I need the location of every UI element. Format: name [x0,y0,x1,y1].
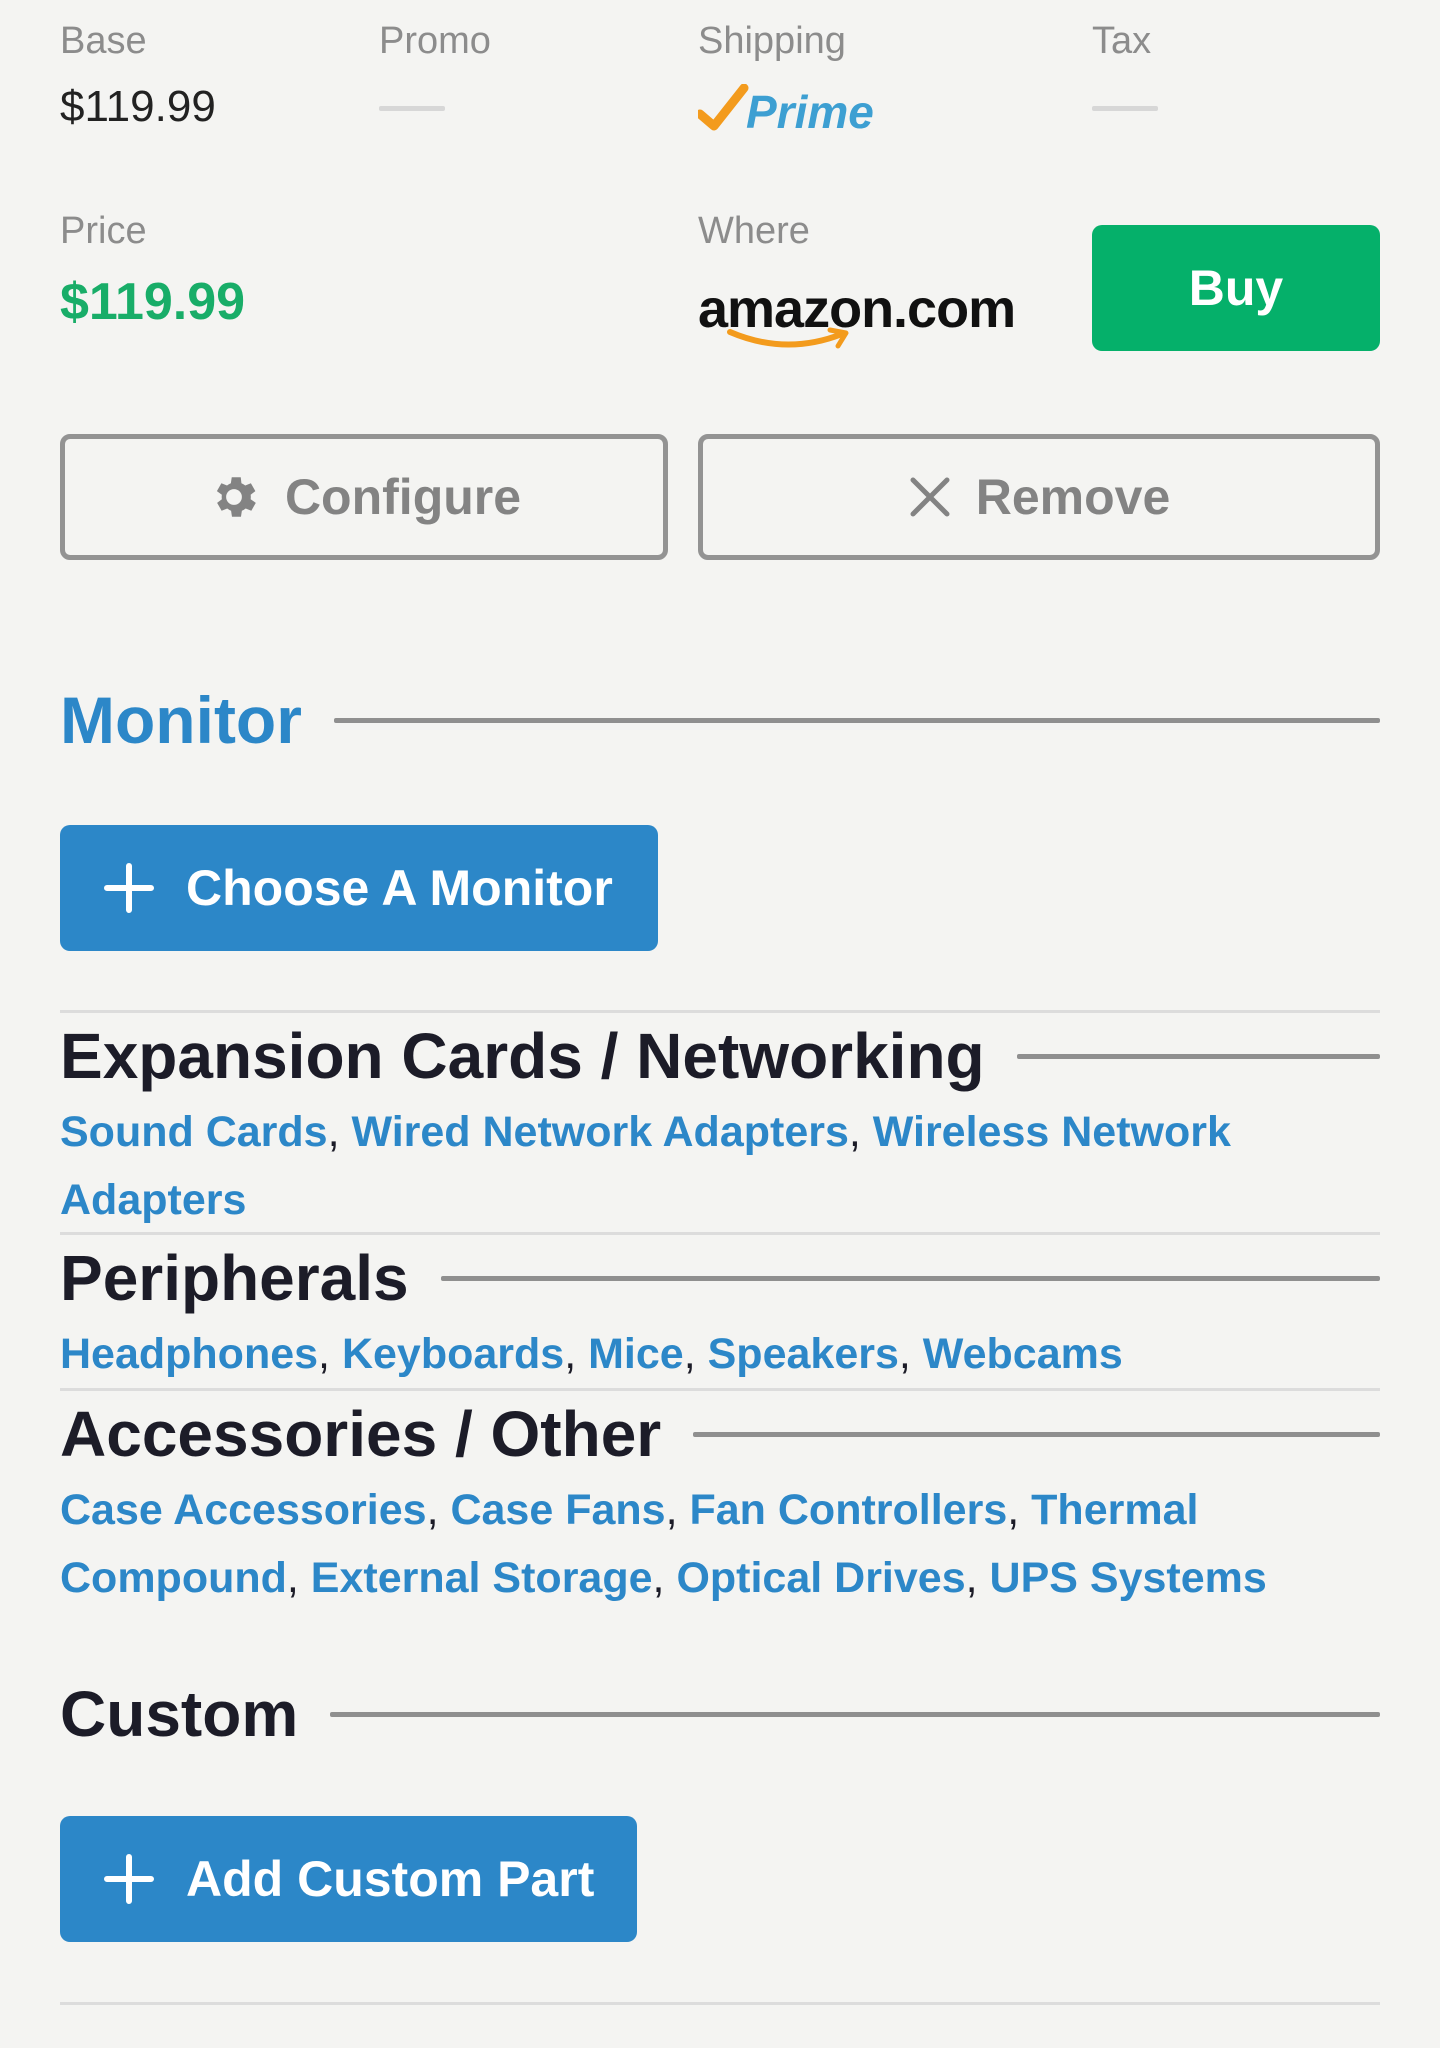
monitor-section-header: Monitor [60,680,1380,760]
link-wired-network-adapters[interactable]: Wired Network Adapters [351,1108,848,1156]
accessories-section-header: Accessories / Other [60,1396,1380,1472]
expansion-header-rule [1016,1053,1380,1059]
peripherals-section-header: Peripherals [60,1240,1380,1316]
promo-empty-dash [379,106,445,111]
prime-check-icon [698,84,749,131]
base-label: Base [60,20,147,62]
link-mice[interactable]: Mice [588,1330,684,1378]
choose-monitor-button[interactable]: Choose A Monitor [60,825,658,951]
link-webcams[interactable]: Webcams [923,1330,1123,1378]
promo-label: Promo [379,20,491,62]
link-case-fans[interactable]: Case Fans [450,1486,665,1534]
accessories-links: Case Accessories, Case Fans, Fan Control… [60,1486,1267,1602]
tax-empty-dash [1092,106,1158,111]
remove-label: Remove [975,469,1171,525]
peripherals-header-rule [440,1275,1380,1281]
custom-section-header: Custom [60,1676,1380,1752]
amazon-smile-icon [727,327,849,349]
plus-icon [104,1854,154,1904]
custom-title: Custom [60,1678,299,1750]
where-label: Where [698,210,810,252]
monitor-header-rule [333,717,1380,723]
custom-header-rule [330,1711,1380,1717]
gear-icon [207,470,261,524]
link-headphones[interactable]: Headphones [60,1330,318,1378]
link-ups-systems[interactable]: UPS Systems [990,1554,1267,1602]
configure-button[interactable]: Configure [60,434,668,560]
expansion-title: Expansion Cards / Networking [60,1020,985,1092]
tax-label: Tax [1092,20,1152,62]
peripherals-title: Peripherals [60,1242,409,1314]
link-fan-controllers[interactable]: Fan Controllers [689,1486,1007,1534]
monitor-title: Monitor [60,683,302,757]
close-icon [908,475,952,519]
expansion-section-header: Expansion Cards / Networking [60,1018,1380,1094]
link-keyboards[interactable]: Keyboards [342,1330,564,1378]
link-sound-cards[interactable]: Sound Cards [60,1108,328,1156]
peripherals-links: Headphones, Keyboards, Mice, Speakers, W… [60,1330,1123,1378]
link-optical-drives[interactable]: Optical Drives [676,1554,965,1602]
price-value: $119.99 [60,273,246,331]
accessories-header-rule [693,1431,1380,1437]
accessories-title: Accessories / Other [60,1398,662,1470]
price-label: Price [60,210,147,252]
prime-logo: Prime [698,84,874,140]
link-speakers[interactable]: Speakers [708,1330,899,1378]
add-custom-part-button[interactable]: Add Custom Part [60,1816,637,1942]
section-divider [60,1388,1380,1391]
section-divider [60,2002,1380,2005]
remove-button[interactable]: Remove [698,434,1380,560]
expansion-links: Sound Cards, Wired Network Adapters, Wir… [60,1108,1231,1224]
plus-icon [104,863,154,913]
amazon-logo[interactable]: amazon.com [698,278,1016,349]
section-divider [60,1010,1380,1013]
choose-monitor-label: Choose A Monitor [186,860,613,916]
base-value: $119.99 [60,82,216,131]
configure-label: Configure [284,469,522,525]
link-case-accessories[interactable]: Case Accessories [60,1486,427,1534]
shipping-label: Shipping [698,20,846,62]
buy-button[interactable]: Buy [1092,225,1380,351]
section-divider [60,1232,1380,1235]
add-custom-part-label: Add Custom Part [186,1851,595,1907]
link-external-storage[interactable]: External Storage [311,1554,653,1602]
